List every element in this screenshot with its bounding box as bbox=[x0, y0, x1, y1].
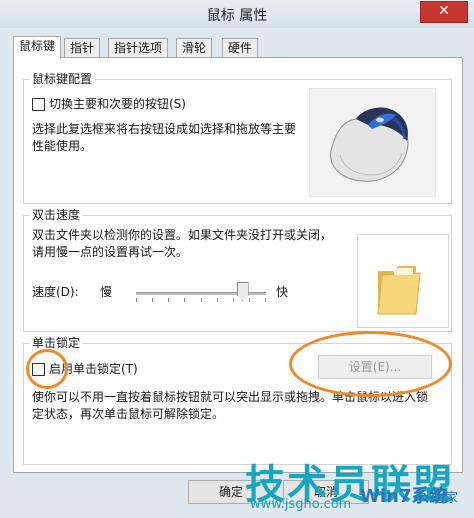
annotation-ring-checkbox bbox=[26, 349, 68, 389]
annotation-ring-settings bbox=[289, 331, 452, 397]
mouse-icon bbox=[330, 107, 409, 182]
speed-label: 速度(D): bbox=[32, 285, 79, 299]
speed-slider-tick bbox=[217, 298, 218, 302]
click-lock-title: 单击锁定 bbox=[30, 335, 83, 351]
folder-icon bbox=[377, 266, 421, 315]
watermark-url: www.jsgho.com bbox=[250, 497, 352, 512]
tab-hardware[interactable]: 硬件 bbox=[222, 38, 259, 58]
slow-label: 慢 bbox=[100, 285, 113, 299]
button-config-title: 鼠标键配置 bbox=[30, 71, 95, 87]
tab-mouse-buttons[interactable]: 鼠标键 bbox=[13, 36, 62, 59]
fast-label: 快 bbox=[276, 285, 289, 299]
title-bar[interactable]: 鼠标 属性 ✕ bbox=[0, 0, 474, 28]
window-title: 鼠标 属性 bbox=[206, 8, 268, 24]
speed-slider-tick bbox=[265, 298, 266, 302]
double-click-description: 双击文件夹以检测你的设置。如果文件夹没打开或关闭，请用慢一点的设置再试一次。 bbox=[32, 228, 333, 259]
double-click-title: 双击速度 bbox=[30, 207, 83, 223]
speed-slider-tick bbox=[184, 298, 185, 302]
tab-wheel[interactable]: 滑轮 bbox=[176, 38, 213, 58]
speed-slider-tick bbox=[136, 298, 137, 302]
switch-buttons-checkbox[interactable] bbox=[32, 98, 45, 111]
tab-panel: 鼠标键配置 切换主要和次要的按钮(S) 选择此复选框来将右按钮设成如选择和拖放等… bbox=[13, 57, 463, 473]
close-button[interactable]: ✕ bbox=[420, 1, 468, 23]
close-icon: ✕ bbox=[438, 3, 450, 19]
tab-pointer-options[interactable]: 指针选项 bbox=[108, 38, 169, 58]
watermark-tail: 之家 bbox=[432, 491, 459, 506]
tab-pointers[interactable]: 指针 bbox=[64, 38, 101, 58]
mouse-image bbox=[309, 88, 436, 197]
speed-slider-tick bbox=[168, 298, 169, 302]
test-folder[interactable] bbox=[357, 234, 449, 328]
speed-slider-tick bbox=[201, 298, 202, 302]
button-config-group: 鼠标键配置 切换主要和次要的按钮(S) 选择此复选框来将右按钮设成如选择和拖放等… bbox=[23, 71, 452, 204]
speed-slider-thumb[interactable] bbox=[236, 282, 249, 301]
switch-buttons-label[interactable]: 切换主要和次要的按钮(S) bbox=[49, 96, 186, 112]
double-click-group: 双击速度 双击文件夹以检测你的设置。如果文件夹没打开或关闭，请用慢一点的设置再试… bbox=[23, 207, 452, 332]
speed-slider-tick bbox=[249, 298, 250, 302]
button-config-description: 选择此复选框来将右按钮设成如选择和拖放等主要性能使用。 bbox=[32, 122, 297, 153]
speed-slider-tick bbox=[152, 298, 153, 302]
speed-slider-tick bbox=[233, 298, 234, 302]
